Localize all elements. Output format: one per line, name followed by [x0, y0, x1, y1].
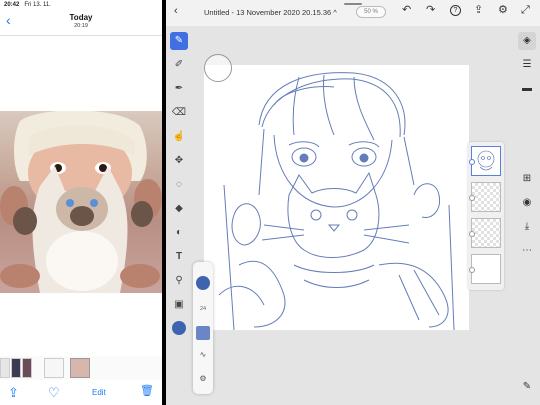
thumbnail[interactable] — [22, 358, 32, 378]
export-icon[interactable]: ⇪ — [474, 5, 483, 16]
brush-size[interactable]: 24 — [195, 306, 211, 312]
layer-marker — [469, 231, 475, 237]
more-icon[interactable]: ⋯ — [518, 242, 536, 260]
shape-tool[interactable]: ◐ — [170, 224, 188, 242]
brush-smoothing-icon[interactable]: ∿ — [196, 350, 210, 359]
back-button[interactable]: ‹ — [174, 5, 178, 17]
layer-properties-icon[interactable]: ☰ — [518, 56, 536, 74]
fresco-pane: ‹ Untitled - 13 November 2020 20.15.36 ^… — [166, 0, 540, 405]
brush-settings-panel: 24 ∿ ⚙ — [193, 262, 213, 394]
pixel-brush-tool[interactable]: ✎ — [170, 32, 188, 50]
layers-panel — [468, 142, 504, 290]
top-bar: ‹ Untitled - 13 November 2020 20.15.36 ^… — [166, 0, 540, 26]
status-date: Fri 13. 11. — [24, 2, 51, 8]
fullscreen-icon[interactable]: ⤢ — [521, 5, 530, 16]
edit-button[interactable]: Edit — [92, 388, 106, 397]
heart-icon[interactable]: ♡ — [48, 386, 60, 399]
layer-selected-marker — [469, 159, 475, 165]
tool-bar: ✎ ✐ ✒ ⌫ ☝ ✥ ◌ ◆ ◐ T ⚲ ▣ — [168, 30, 190, 355]
live-brush-tool[interactable]: ✐ — [170, 56, 188, 74]
split-screen: 20:42 Fri 13. 11. ‹ Today 20:19 ⇪ ♡ 🗑 Ed… — [0, 0, 540, 405]
brush-cursor — [204, 54, 232, 82]
header-divider — [0, 35, 162, 36]
zoom-level[interactable]: 50 % — [356, 6, 386, 18]
thumbnail-selected[interactable] — [70, 358, 90, 378]
redo-icon[interactable]: ↷ — [426, 5, 435, 16]
layer-marker — [469, 195, 475, 201]
transform-tool[interactable]: ✥ — [170, 152, 188, 170]
layer-preview — [477, 150, 495, 171]
multitask-handle[interactable] — [344, 3, 362, 5]
photos-toolbar: ⇪ ♡ 🗑 — [0, 382, 162, 405]
layer-thumbnail-empty[interactable] — [469, 218, 501, 248]
text-tool[interactable]: T — [170, 248, 188, 266]
photo-title: Today — [69, 13, 93, 22]
help-icon[interactable]: ? — [450, 5, 461, 16]
right-rail: ◈ ☰ ▬ ⊞ ◉ ⤓ ⋯ ✎ — [516, 30, 538, 400]
eyedropper-tool[interactable]: ⚲ — [170, 272, 188, 290]
status-bar: 20:42 Fri 13. 11. — [4, 2, 51, 8]
share-icon[interactable]: ⇪ — [8, 386, 19, 399]
drawing-canvas[interactable] — [204, 65, 469, 330]
thumbnail[interactable] — [11, 358, 21, 378]
photo-time: 20:19 — [74, 23, 88, 29]
reference-photo[interactable] — [0, 111, 162, 293]
layer-thumbnail-sketch[interactable] — [469, 146, 501, 176]
pen-icon[interactable]: ✎ — [518, 378, 536, 396]
layer-marker — [469, 267, 475, 273]
brush-settings-icon[interactable]: ⚙ — [196, 374, 210, 383]
import-icon[interactable]: ⤓ — [518, 218, 536, 236]
brush-opacity-swatch[interactable] — [196, 326, 210, 340]
layer-thumbnail-background[interactable] — [469, 254, 501, 284]
comments-icon[interactable]: ▬ — [518, 80, 536, 98]
thumbnail[interactable] — [0, 358, 10, 378]
layers-icon[interactable]: ◈ — [518, 32, 536, 50]
photo-illustration — [0, 111, 162, 293]
thumbnail[interactable] — [44, 358, 64, 378]
sketch-drawing — [218, 72, 455, 330]
layer-thumbnail-empty[interactable] — [469, 182, 501, 212]
eraser-tool[interactable]: ⌫ — [170, 104, 188, 122]
document-title[interactable]: Untitled - 13 November 2020 20.15.36 ^ — [204, 8, 337, 17]
vector-brush-tool[interactable]: ✒ — [170, 80, 188, 98]
add-layer-icon[interactable]: ⊞ — [518, 170, 536, 188]
thumbnail-strip[interactable] — [0, 356, 162, 380]
lasso-tool[interactable]: ◌ — [170, 176, 188, 194]
photos-pane: 20:42 Fri 13. 11. ‹ Today 20:19 ⇪ ♡ 🗑 Ed… — [0, 0, 162, 405]
settings-icon[interactable]: ⚙ — [498, 5, 508, 16]
trash-icon[interactable]: 🗑 — [140, 386, 154, 397]
fill-tool[interactable]: ◆ — [170, 200, 188, 218]
image-tool[interactable]: ▣ — [170, 296, 188, 314]
visibility-icon[interactable]: ◉ — [518, 194, 536, 212]
undo-icon[interactable]: ↶ — [402, 5, 411, 16]
brush-color-dot[interactable] — [196, 276, 210, 290]
status-time: 20:42 — [4, 2, 20, 8]
smudge-tool[interactable]: ☝ — [170, 128, 188, 146]
color-picker[interactable] — [172, 321, 186, 335]
